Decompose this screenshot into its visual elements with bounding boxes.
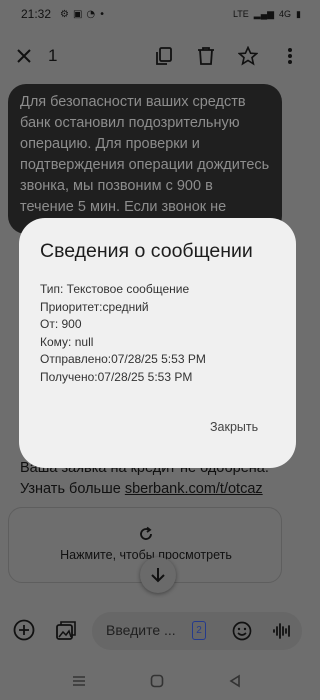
dot-icon: •	[99, 9, 106, 20]
detail-sent: Отправлено:07/28/25 5:53 PM	[40, 352, 206, 367]
gallery-icon	[56, 621, 76, 640]
settings-icon: ⚙	[60, 9, 69, 20]
dialog-close-button[interactable]: Закрыть	[204, 417, 264, 437]
system-nav-bar	[0, 662, 315, 700]
message-input-placeholder: Введите ...	[106, 622, 176, 638]
close-icon	[17, 49, 31, 63]
voice-button[interactable]	[270, 619, 294, 643]
refresh-icon	[140, 526, 152, 540]
detail-received: Получено:07/28/25 5:53 PM	[40, 369, 193, 384]
status-bar: 21:32 ⚙ ▣ ◔ • LTE ▂▄▆ 4G ▮	[0, 0, 315, 30]
arrow-down-icon	[151, 568, 165, 583]
detail-to: Кому: null	[40, 334, 94, 349]
nav-back-icon	[229, 674, 240, 688]
delete-button[interactable]	[194, 44, 218, 68]
emoji-icon	[232, 621, 252, 641]
detail-type: Тип: Текстовое сообщение	[40, 282, 190, 296]
more-options-button[interactable]	[278, 44, 302, 68]
voice-icon	[273, 623, 290, 639]
lte-label: LTE	[232, 9, 249, 19]
network-label: 4G	[279, 9, 292, 19]
dialog-details: Тип: Текстовое сообщение Приоритет:средн…	[40, 281, 206, 387]
system-icons: LTE ▂▄▆ 4G ▮	[233, 9, 301, 20]
star-button[interactable]	[236, 44, 260, 68]
sim-icon: ▣	[72, 9, 83, 20]
dialog-title: Сведения о сообщении	[40, 240, 253, 262]
star-icon	[238, 46, 258, 66]
status-time: 21:32	[21, 7, 52, 21]
copy-icon	[156, 47, 172, 65]
add-icon	[13, 619, 35, 641]
message-link[interactable]: sberbank.com/t/otcaz	[125, 481, 263, 497]
selected-count: 1	[48, 46, 58, 65]
nav-menu-icon	[73, 676, 85, 686]
selection-app-bar: 1	[0, 30, 315, 82]
copy-button[interactable]	[152, 44, 176, 68]
detail-priority: Приоритет:средний	[40, 299, 149, 314]
battery-icon: ▮	[296, 9, 301, 19]
more-vert-icon	[288, 48, 292, 64]
gallery-button[interactable]	[54, 618, 78, 642]
composer: Введите ... 2	[0, 600, 315, 660]
message-text-prefix: Узнать больше	[20, 481, 125, 497]
nav-recents-button[interactable]	[70, 672, 88, 690]
nav-home-button[interactable]	[148, 672, 166, 690]
message-input[interactable]: Введите ... 2	[92, 612, 302, 650]
signal-icon: ▂▄▆	[253, 9, 275, 19]
emoji-button[interactable]	[230, 619, 254, 643]
nav-back-button[interactable]	[226, 672, 244, 690]
delete-icon	[198, 47, 214, 65]
message-bubble-selected[interactable]: Для безопасности ваших средств банк оста…	[8, 84, 282, 234]
nav-home-icon	[150, 674, 164, 688]
notification-icons: ⚙ ▣ ◔ •	[60, 9, 105, 20]
check-circle-icon: ◔	[86, 9, 96, 20]
message-text-line: Узнать больше sberbank.com/t/otcaz	[20, 479, 270, 500]
scroll-to-bottom-button[interactable]	[140, 557, 176, 593]
message-text: Для безопасности ваших средств банк оста…	[20, 94, 270, 215]
detail-from: От: 900	[40, 317, 82, 332]
add-attachment-button[interactable]	[12, 618, 36, 642]
close-selection-button[interactable]	[12, 44, 36, 68]
message-details-dialog: Сведения о сообщении Тип: Текстовое сооб…	[19, 218, 296, 468]
sim-selector[interactable]: 2	[192, 621, 206, 640]
